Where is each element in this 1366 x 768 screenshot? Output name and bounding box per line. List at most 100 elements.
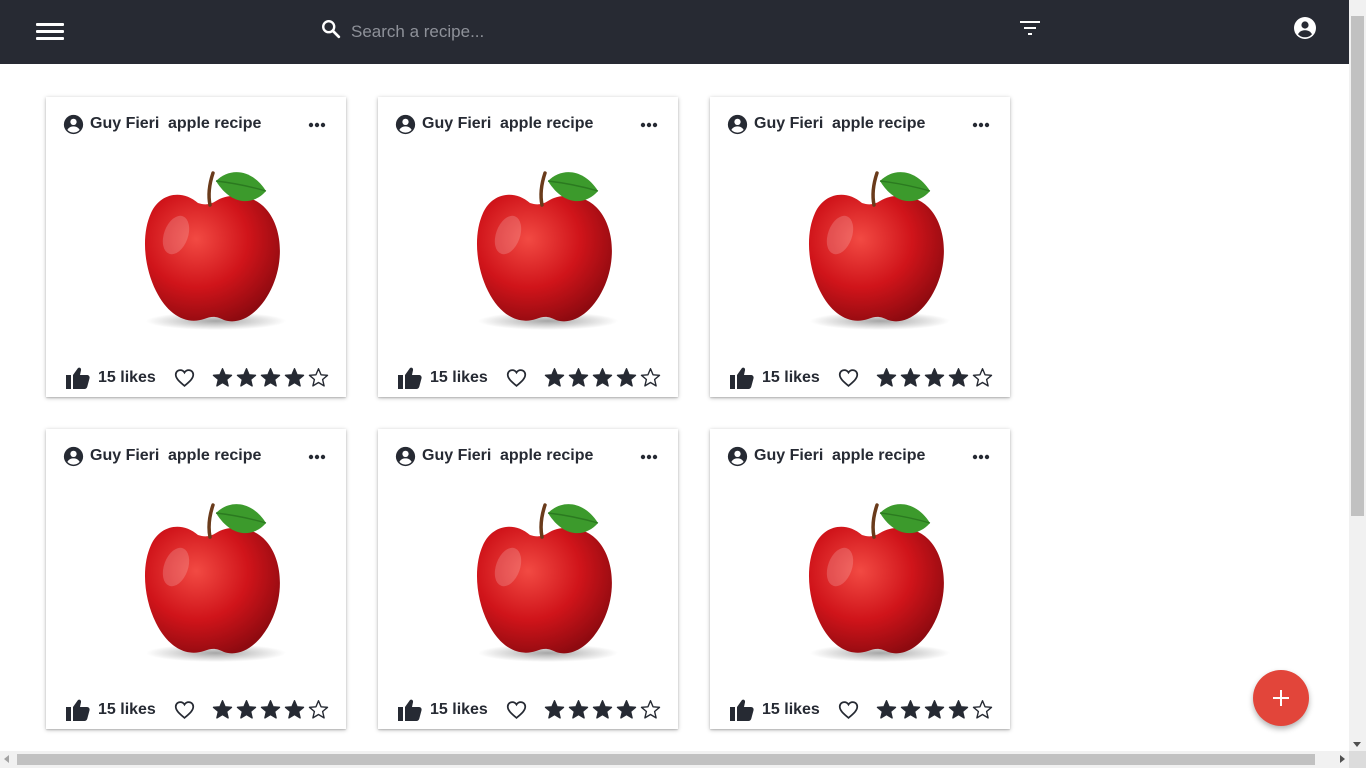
recipe-card[interactable]: Guy Fieri apple recipe 15 likes bbox=[710, 97, 1010, 397]
star-filled-icon[interactable] bbox=[260, 367, 281, 388]
hamburger-menu-icon[interactable] bbox=[36, 22, 64, 42]
star-outline-icon[interactable] bbox=[640, 699, 661, 720]
author-avatar-icon bbox=[63, 446, 84, 467]
author-name[interactable]: Guy Fieri bbox=[754, 447, 823, 465]
star-filled-icon[interactable] bbox=[212, 367, 233, 388]
scroll-right-arrow-icon[interactable] bbox=[1340, 755, 1345, 763]
star-outline-icon[interactable] bbox=[308, 367, 329, 388]
star-filled-icon[interactable] bbox=[948, 699, 969, 720]
search-input[interactable] bbox=[351, 18, 851, 46]
filter-icon[interactable] bbox=[1019, 20, 1041, 36]
favorite-heart-icon[interactable] bbox=[506, 700, 527, 720]
star-rating[interactable] bbox=[212, 367, 332, 389]
search-icon[interactable] bbox=[320, 18, 342, 40]
star-filled-icon[interactable] bbox=[616, 367, 637, 388]
favorite-heart-icon[interactable] bbox=[506, 368, 527, 388]
favorite-heart-icon[interactable] bbox=[174, 700, 195, 720]
star-filled-icon[interactable] bbox=[284, 699, 305, 720]
red-apple-image bbox=[144, 171, 286, 330]
star-rating[interactable] bbox=[876, 367, 996, 389]
star-outline-icon[interactable] bbox=[308, 699, 329, 720]
star-filled-icon[interactable] bbox=[284, 367, 305, 388]
star-filled-icon[interactable] bbox=[948, 367, 969, 388]
more-options-icon[interactable] bbox=[972, 454, 990, 460]
more-options-icon[interactable] bbox=[640, 454, 658, 460]
star-rating[interactable] bbox=[544, 699, 664, 721]
red-apple-image bbox=[808, 171, 950, 330]
thumbs-up-icon[interactable] bbox=[66, 699, 90, 721]
recipe-title[interactable]: apple recipe bbox=[168, 115, 261, 133]
likes-count: 15 likes bbox=[98, 369, 156, 386]
thumbs-up-icon[interactable] bbox=[730, 367, 754, 389]
more-options-icon[interactable] bbox=[640, 122, 658, 128]
star-filled-icon[interactable] bbox=[544, 367, 565, 388]
star-filled-icon[interactable] bbox=[924, 367, 945, 388]
author-avatar-icon bbox=[63, 114, 84, 135]
thumbs-up-icon[interactable] bbox=[66, 367, 90, 389]
star-filled-icon[interactable] bbox=[568, 699, 589, 720]
scroll-down-arrow-icon[interactable] bbox=[1353, 742, 1361, 747]
author-avatar-icon bbox=[395, 114, 416, 135]
more-options-icon[interactable] bbox=[308, 454, 326, 460]
card-footer: 15 likes bbox=[66, 367, 336, 389]
vertical-scroll-thumb[interactable] bbox=[1351, 16, 1364, 516]
thumbs-up-icon[interactable] bbox=[730, 699, 754, 721]
author-name[interactable]: Guy Fieri bbox=[754, 115, 823, 133]
add-recipe-button[interactable] bbox=[1253, 670, 1309, 726]
star-filled-icon[interactable] bbox=[924, 699, 945, 720]
favorite-heart-icon[interactable] bbox=[838, 700, 859, 720]
card-header: Guy Fieri apple recipe bbox=[63, 446, 333, 468]
star-rating[interactable] bbox=[544, 367, 664, 389]
horizontal-scrollbar[interactable] bbox=[0, 751, 1349, 768]
recipe-title[interactable]: apple recipe bbox=[500, 115, 593, 133]
star-rating[interactable] bbox=[212, 699, 332, 721]
recipe-title[interactable]: apple recipe bbox=[832, 447, 925, 465]
author-name[interactable]: Guy Fieri bbox=[90, 115, 159, 133]
star-filled-icon[interactable] bbox=[568, 367, 589, 388]
star-outline-icon[interactable] bbox=[640, 367, 661, 388]
recipe-title[interactable]: apple recipe bbox=[168, 447, 261, 465]
star-filled-icon[interactable] bbox=[616, 699, 637, 720]
star-filled-icon[interactable] bbox=[236, 367, 257, 388]
more-options-icon[interactable] bbox=[972, 122, 990, 128]
author-name[interactable]: Guy Fieri bbox=[422, 447, 491, 465]
star-filled-icon[interactable] bbox=[544, 699, 565, 720]
horizontal-scroll-thumb[interactable] bbox=[17, 754, 1315, 765]
star-filled-icon[interactable] bbox=[900, 367, 921, 388]
star-outline-icon[interactable] bbox=[972, 367, 993, 388]
star-filled-icon[interactable] bbox=[876, 699, 897, 720]
author-avatar-icon bbox=[395, 446, 416, 467]
star-filled-icon[interactable] bbox=[592, 699, 613, 720]
likes-count: 15 likes bbox=[762, 701, 820, 718]
favorite-heart-icon[interactable] bbox=[174, 368, 195, 388]
recipe-title[interactable]: apple recipe bbox=[500, 447, 593, 465]
star-filled-icon[interactable] bbox=[900, 699, 921, 720]
card-header: Guy Fieri apple recipe bbox=[63, 114, 333, 136]
recipe-card[interactable]: Guy Fieri apple recipe 15 likes bbox=[710, 429, 1010, 729]
star-filled-icon[interactable] bbox=[212, 699, 233, 720]
account-circle-icon[interactable] bbox=[1293, 16, 1317, 40]
author-name[interactable]: Guy Fieri bbox=[90, 447, 159, 465]
recipe-card[interactable]: Guy Fieri apple recipe 15 likes bbox=[378, 97, 678, 397]
star-outline-icon[interactable] bbox=[972, 699, 993, 720]
star-filled-icon[interactable] bbox=[236, 699, 257, 720]
card-footer: 15 likes bbox=[66, 699, 336, 721]
vertical-scrollbar[interactable] bbox=[1349, 0, 1366, 751]
star-rating[interactable] bbox=[876, 699, 996, 721]
likes-count: 15 likes bbox=[430, 701, 488, 718]
thumbs-up-icon[interactable] bbox=[398, 699, 422, 721]
recipe-card[interactable]: Guy Fieri apple recipe 15 likes bbox=[378, 429, 678, 729]
author-avatar-icon bbox=[727, 114, 748, 135]
more-options-icon[interactable] bbox=[308, 122, 326, 128]
author-name[interactable]: Guy Fieri bbox=[422, 115, 491, 133]
scroll-left-arrow-icon[interactable] bbox=[4, 755, 9, 763]
favorite-heart-icon[interactable] bbox=[838, 368, 859, 388]
thumbs-up-icon[interactable] bbox=[398, 367, 422, 389]
recipe-title[interactable]: apple recipe bbox=[832, 115, 925, 133]
star-filled-icon[interactable] bbox=[876, 367, 897, 388]
recipe-card[interactable]: Guy Fieri apple recipe 15 likes bbox=[46, 429, 346, 729]
red-apple-image bbox=[808, 503, 950, 662]
recipe-card[interactable]: Guy Fieri apple recipe 15 likes bbox=[46, 97, 346, 397]
star-filled-icon[interactable] bbox=[592, 367, 613, 388]
star-filled-icon[interactable] bbox=[260, 699, 281, 720]
